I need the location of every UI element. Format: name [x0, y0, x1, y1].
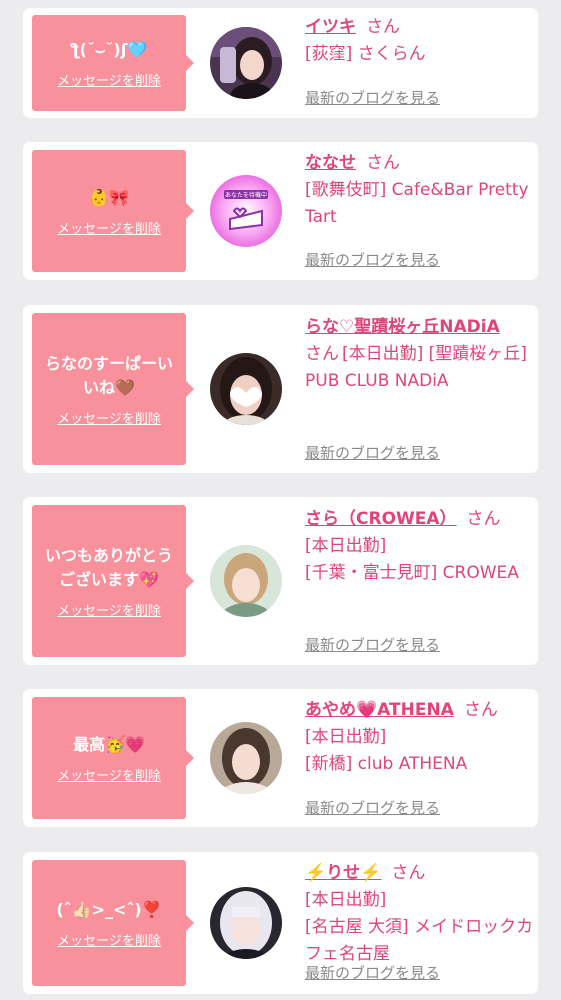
message-card: いつもありがとうございます💖 メッセージを削除 さら（CROWEA） さん [本日…: [23, 497, 538, 665]
member-info: さら（CROWEA） さん [本日出勤] [千葉・富士見町] CROWEA: [305, 506, 530, 587]
delete-message-link[interactable]: メッセージを削除: [57, 930, 161, 949]
avatar[interactable]: [210, 887, 282, 959]
latest-blog-link[interactable]: 最新のブログを見る: [305, 962, 440, 983]
message-bubble: 👶🎀 メッセージを削除: [32, 150, 194, 272]
message-text: いつもありがとうございます💖: [44, 545, 173, 589]
member-name-link[interactable]: イツキ: [305, 17, 356, 37]
avatar-caption: あなたを待機中: [225, 191, 267, 199]
member-name-link[interactable]: らな♡聖蹟桜ヶ丘NADiA: [305, 317, 500, 337]
message-bubble: いつもありがとうございます💖 メッセージを削除: [32, 505, 194, 657]
message-text: ƪ(˘⌣˘)ʃ🩵: [70, 39, 148, 59]
avatar[interactable]: [210, 545, 282, 617]
message-text: 👶🎀: [89, 187, 129, 207]
latest-blog-link[interactable]: 最新のブログを見る: [305, 87, 440, 108]
shop-info: [本日出勤] [名古屋 大須] メイドロックカフェ名古屋: [305, 890, 534, 964]
honorific: さん: [466, 509, 501, 529]
delete-message-link[interactable]: メッセージを削除: [57, 408, 161, 427]
avatar[interactable]: [210, 722, 282, 794]
member-name-link[interactable]: ななせ: [305, 153, 356, 173]
message-bubble: (ˆ👍🏻>_<ˆ)❣️ メッセージを削除: [32, 860, 194, 986]
member-info: イツキ さん [荻窪] さくらん: [305, 14, 530, 68]
shop-info: [歌舞伎町] Cafe&Bar Pretty Tart: [305, 180, 529, 227]
shop-info: [本日出勤] [新橋] club ATHENA: [305, 727, 468, 774]
shop-info: [本日出勤] [千葉・富士見町] CROWEA: [305, 536, 519, 583]
honorific: さん: [391, 863, 426, 883]
honorific: さん: [366, 17, 400, 37]
latest-blog-link[interactable]: 最新のブログを見る: [305, 797, 440, 818]
latest-blog-link[interactable]: 最新のブログを見る: [305, 442, 440, 463]
girl-portrait-heart-icon: [210, 353, 282, 425]
message-bubble: らなのすーぱーいいね🤎 メッセージを削除: [32, 313, 194, 465]
member-info: あやめ💗ATHENA さん [本日出勤] [新橋] club ATHENA: [305, 697, 530, 778]
member-info: ⚡️りせ⚡️ さん [本日出勤] [名古屋 大須] メイドロックカフェ名古屋: [305, 860, 535, 968]
delete-message-link[interactable]: メッセージを削除: [57, 218, 161, 237]
message-list: ƪ(˘⌣˘)ʃ🩵 メッセージを削除 イツキ さん [荻窪] さくらん 最新のブログ…: [0, 0, 561, 1000]
girl-portrait-icon: [210, 27, 282, 99]
latest-blog-link[interactable]: 最新のブログを見る: [305, 634, 440, 655]
avatar[interactable]: [210, 353, 282, 425]
delete-message-link[interactable]: メッセージを削除: [57, 70, 161, 89]
member-info: らな♡聖蹟桜ヶ丘NADiA さん [本日出勤] [聖蹟桜ヶ丘] PUB CLUB …: [305, 314, 530, 395]
cake-heart-logo-icon: あなたを待機中: [210, 175, 282, 247]
member-name-link[interactable]: ⚡️りせ⚡️: [305, 863, 381, 883]
member-name-link[interactable]: さら（CROWEA）: [305, 509, 457, 529]
avatar[interactable]: [210, 27, 282, 99]
message-text: らなのすーぱーいいね🤎: [44, 353, 173, 397]
message-card: らなのすーぱーいいね🤎 メッセージを削除 らな♡聖蹟桜ヶ丘NADiA さん [本日…: [23, 305, 538, 473]
girl-portrait-icon: [210, 545, 282, 617]
message-card: ƪ(˘⌣˘)ʃ🩵 メッセージを削除 イツキ さん [荻窪] さくらん 最新のブログ…: [23, 8, 538, 118]
honorific: さん: [366, 153, 400, 173]
shop-info: [荻窪] さくらん: [305, 44, 426, 64]
girl-portrait-silver-hair-icon: [210, 887, 282, 959]
message-text: (ˆ👍🏻>_<ˆ)❣️: [56, 899, 162, 919]
honorific: さん: [463, 700, 498, 720]
member-name-link[interactable]: あやめ💗ATHENA: [305, 700, 454, 720]
message-bubble: ƪ(˘⌣˘)ʃ🩵 メッセージを削除: [32, 15, 194, 111]
message-text: 最高🥳💗: [73, 734, 145, 754]
member-info: ななせ さん [歌舞伎町] Cafe&Bar Pretty Tart: [305, 150, 530, 231]
delete-message-link[interactable]: メッセージを削除: [57, 600, 161, 619]
avatar[interactable]: あなたを待機中: [210, 175, 282, 247]
message-bubble: 最高🥳💗 メッセージを削除: [32, 697, 194, 819]
latest-blog-link[interactable]: 最新のブログを見る: [305, 249, 440, 270]
delete-message-link[interactable]: メッセージを削除: [57, 765, 161, 784]
girl-portrait-icon: [210, 722, 282, 794]
message-card: 👶🎀 メッセージを削除 あなたを待機中 ななせ さん [歌舞伎町] Cafe&B…: [23, 142, 538, 280]
message-card: 最高🥳💗 メッセージを削除 あやめ💗ATHENA さん [本日出勤] [新橋] c…: [23, 689, 538, 827]
message-card: (ˆ👍🏻>_<ˆ)❣️ メッセージを削除 ⚡️りせ⚡️ さん [本日出勤] [名古…: [23, 852, 538, 994]
